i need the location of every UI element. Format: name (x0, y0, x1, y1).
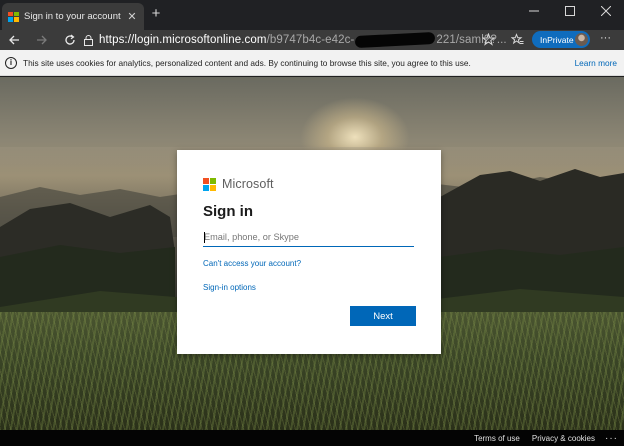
arrow-right-icon (37, 35, 47, 45)
refresh-button[interactable] (58, 30, 82, 50)
inprivate-badge[interactable]: InPrivate (532, 31, 590, 48)
inprivate-label: InPrivate (540, 34, 574, 45)
more-options-button[interactable]: ··· (605, 433, 618, 444)
text-cursor (204, 232, 205, 243)
tab-close-icon[interactable]: ✕ (126, 10, 138, 23)
url-text: https://login.microsoftonline.com/b9747b… (99, 31, 507, 49)
forward-button[interactable] (30, 30, 54, 50)
brand-name: Microsoft (222, 177, 274, 191)
url-host: https://login.microsoftonline.com (99, 34, 267, 47)
tab-title: Sign in to your account (24, 11, 121, 22)
favorite-star-button[interactable] (481, 32, 496, 47)
microsoft-logo: Microsoft (203, 177, 415, 191)
url-path-start: /b9747b4c-e42c- (266, 34, 355, 47)
minimize-icon (529, 10, 539, 12)
url-path-end: 221/saml2?... (436, 34, 507, 47)
settings-menu-button[interactable]: ··· (600, 32, 611, 44)
maximize-window-button[interactable] (552, 0, 588, 22)
learn-more-link[interactable]: Learn more (575, 58, 617, 68)
terms-of-use-link[interactable]: Terms of use (474, 434, 520, 443)
refresh-icon (65, 34, 75, 45)
browser-tab-signin[interactable]: Sign in to your account ✕ (2, 3, 144, 30)
redaction-mark (355, 31, 436, 49)
address-bar[interactable]: https://login.microsoftonline.com/b9747b… (84, 31, 507, 49)
arrow-left-icon (9, 35, 19, 45)
page-title: Sign in (203, 203, 253, 220)
email-field[interactable] (203, 230, 414, 247)
new-tab-button[interactable]: + (148, 6, 164, 22)
microsoft-logo-icon (203, 177, 216, 191)
browser-tab-bar: Sign in to your account ✕ + (0, 0, 624, 30)
cookie-banner: i This site uses cookies for analytics, … (0, 50, 624, 76)
minimize-window-button[interactable] (516, 0, 552, 22)
close-window-button[interactable] (588, 0, 624, 22)
next-button[interactable]: Next (350, 306, 416, 326)
favorites-star-icon (510, 33, 524, 45)
star-icon (481, 32, 496, 46)
close-icon (601, 6, 611, 16)
microsoft-favicon-icon (8, 11, 19, 22)
signin-options-link[interactable]: Sign-in options (203, 283, 415, 292)
privacy-cookies-link[interactable]: Privacy & cookies (532, 434, 595, 443)
cookie-banner-text: This site uses cookies for analytics, pe… (23, 57, 471, 68)
cant-access-account-link[interactable]: Can't access your account? (203, 259, 415, 268)
lock-icon (84, 34, 93, 46)
maximize-icon (565, 6, 575, 16)
favorites-button[interactable] (510, 33, 525, 47)
browser-toolbar: https://login.microsoftonline.com/b9747b… (0, 30, 624, 50)
page-footer: Terms of use Privacy & cookies ··· (0, 430, 624, 446)
avatar (575, 33, 588, 46)
back-button[interactable] (2, 30, 26, 50)
signin-card: Microsoft Sign in Can't access your acco… (177, 150, 441, 354)
info-icon: i (5, 56, 17, 69)
